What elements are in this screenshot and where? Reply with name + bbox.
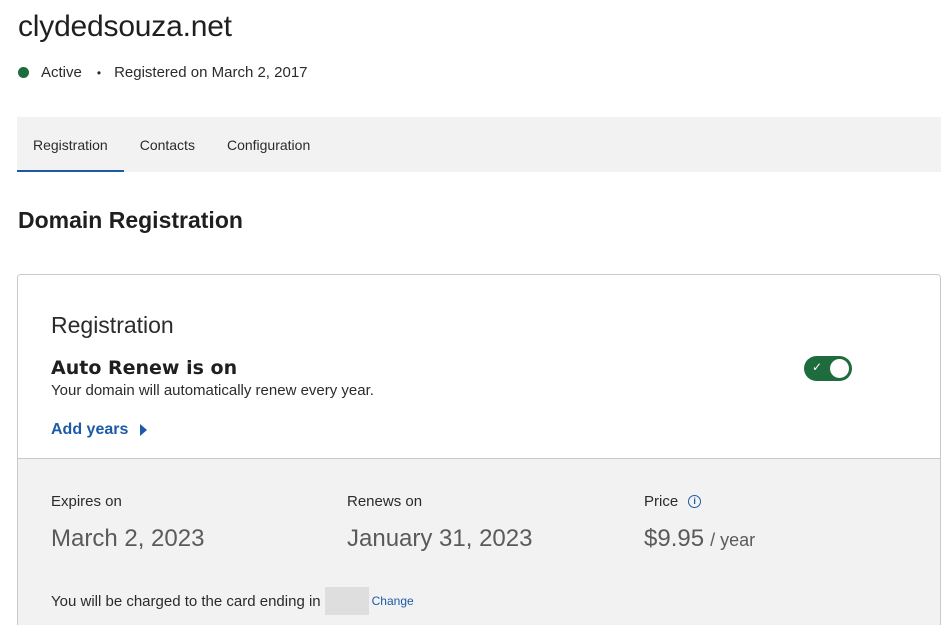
toggle-knob <box>830 359 849 378</box>
price-value: $9.95 <box>644 525 705 552</box>
status-dot-icon <box>18 67 29 78</box>
add-years-label: Add years <box>51 421 129 438</box>
renewal-details-panel: Expires on March 2, 2023 Renews on Janua… <box>18 459 940 625</box>
add-years-link[interactable]: Add years <box>51 421 148 439</box>
auto-renew-title: Auto Renew is on <box>51 357 238 379</box>
price-label-row: Price i <box>644 493 702 510</box>
tab-bar: Registration Contacts Configuration <box>17 117 941 172</box>
tab-contacts[interactable]: Contacts <box>124 117 211 172</box>
expires-label: Expires on <box>51 493 122 510</box>
price-label: Price <box>644 493 679 510</box>
caret-right-icon <box>140 424 148 436</box>
check-icon: ✓ <box>812 360 823 374</box>
tab-registration[interactable]: Registration <box>17 117 124 172</box>
price-value-row: $9.95/ year <box>644 525 755 553</box>
domain-status-row: Active • Registered on March 2, 2017 <box>18 64 308 81</box>
section-title: Domain Registration <box>18 207 243 233</box>
renews-value: January 31, 2023 <box>347 525 533 552</box>
registration-card: Registration Auto Renew is on Your domai… <box>17 274 941 625</box>
expires-value: March 2, 2023 <box>51 525 205 552</box>
change-card-link[interactable]: Change <box>372 594 414 608</box>
separator-dot: • <box>96 65 102 80</box>
charge-row: You will be charged to the card ending i… <box>51 587 414 615</box>
status-text: Active <box>41 64 82 81</box>
renews-label: Renews on <box>347 493 423 510</box>
info-icon[interactable]: i <box>688 495 702 508</box>
auto-renew-panel: Registration Auto Renew is on Your domai… <box>18 275 940 459</box>
domain-page: clydedsouza.net Active • Registered on M… <box>0 0 952 625</box>
card-heading: Registration <box>51 312 174 338</box>
auto-renew-toggle[interactable]: ✓ <box>804 356 852 381</box>
tab-configuration[interactable]: Configuration <box>211 117 326 172</box>
price-unit: / year <box>710 530 756 550</box>
auto-renew-description: Your domain will automatically renew eve… <box>51 382 374 399</box>
domain-name-title: clydedsouza.net <box>18 10 232 43</box>
charge-text: You will be charged to the card ending i… <box>51 592 321 610</box>
card-number-redacted <box>324 587 369 615</box>
registered-date-text: Registered on March 2, 2017 <box>114 64 308 81</box>
